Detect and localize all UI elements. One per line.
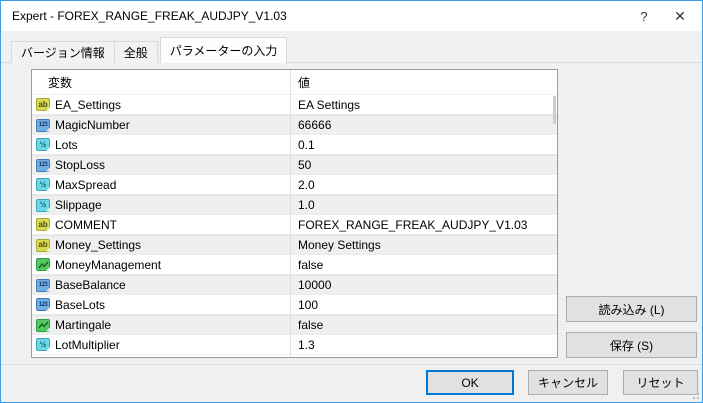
int-param-icon: 123	[36, 158, 50, 172]
variable-cell: ½ Slippage	[32, 198, 290, 212]
tab-inputs[interactable]: パラメーターの入力	[159, 37, 288, 63]
close-button[interactable]: ✕	[662, 1, 698, 31]
bool-param-icon	[36, 258, 50, 271]
table-row[interactable]: 123 StopLoss 50	[32, 155, 557, 175]
variable-cell: 123 BaseLots	[32, 298, 290, 312]
double-param-icon: ½	[36, 138, 50, 151]
value-cell[interactable]: 0.1	[290, 138, 557, 152]
resize-grip[interactable]	[691, 391, 699, 399]
table-row[interactable]: ab EA_Settings EA Settings	[32, 95, 557, 115]
table-row[interactable]: 123 BaseBalance 10000	[32, 275, 557, 295]
int-param-icon: 123	[36, 278, 50, 292]
variable-cell: 123 BaseBalance	[32, 278, 290, 292]
variable-name: EA_Settings	[55, 97, 122, 112]
header-variable: 変数	[48, 75, 73, 90]
table-row[interactable]: ½ LotMultiplier 1.3	[32, 335, 557, 355]
value-cell[interactable]: 10000	[290, 278, 557, 292]
value-cell[interactable]: EA Settings	[290, 98, 557, 112]
variable-name: MoneyManagement	[55, 257, 162, 272]
value-cell[interactable]: FOREX_RANGE_FREAK_AUDJPY_V1.03	[290, 218, 557, 232]
variable-name: Lots	[55, 137, 78, 152]
value-cell[interactable]: 100	[290, 298, 557, 312]
help-button[interactable]: ?	[626, 1, 662, 31]
variable-name: COMMENT	[55, 217, 117, 232]
bool-param-icon	[36, 318, 50, 332]
variable-name: Slippage	[55, 198, 102, 212]
variable-name: BaseLots	[55, 297, 106, 312]
expert-settings-dialog: Expert - FOREX_RANGE_FREAK_AUDJPY_V1.03 …	[0, 0, 703, 403]
string-param-icon: ab	[36, 218, 50, 231]
variable-cell: 123 MagicNumber	[32, 118, 290, 132]
value-cell[interactable]: false	[290, 258, 557, 272]
window-title: Expert - FOREX_RANGE_FREAK_AUDJPY_V1.03	[12, 9, 287, 23]
variable-name: LotMultiplier	[55, 337, 120, 352]
vertical-scrollbar-thumb[interactable]	[553, 96, 556, 124]
tab-common[interactable]: 全般	[114, 41, 158, 63]
parameters-table: 変数 値 ab EA_Settings EA Settings 123 Magi…	[31, 69, 558, 358]
value-cell[interactable]: 1.0	[290, 198, 557, 212]
variable-name: StopLoss	[55, 158, 106, 172]
table-row[interactable]: ½ MaxSpread 2.0	[32, 175, 557, 195]
cancel-button[interactable]: キャンセル	[528, 370, 608, 395]
value-cell[interactable]: 66666	[290, 118, 557, 132]
table-row[interactable]: 123 BaseLots 100	[32, 295, 557, 315]
variable-cell: ½ Lots	[32, 138, 290, 152]
variable-cell: MoneyManagement	[32, 258, 290, 272]
double-param-icon: ½	[36, 338, 50, 351]
double-param-icon: ½	[36, 178, 50, 191]
table-row[interactable]: MoneyManagement false	[32, 255, 557, 275]
table-header-row: 変数 値	[32, 70, 557, 95]
table-row[interactable]: Martingale false	[32, 315, 557, 335]
table-row[interactable]: ½ Lots 0.1	[32, 135, 557, 155]
variable-cell: Martingale	[32, 318, 290, 332]
tab-version-info[interactable]: バージョン情報	[11, 41, 115, 63]
variable-cell: ab COMMENT	[32, 218, 290, 232]
variable-cell: ½ MaxSpread	[32, 178, 290, 192]
value-cell[interactable]: 50	[290, 158, 557, 172]
value-cell[interactable]: Money Settings	[290, 238, 557, 252]
table-row[interactable]: ½ Slippage 1.0	[32, 195, 557, 215]
table-row[interactable]: ab Money_Settings Money Settings	[32, 235, 557, 255]
reset-button[interactable]: リセット	[623, 370, 698, 395]
variable-cell: ½ LotMultiplier	[32, 338, 290, 352]
variable-name: MagicNumber	[55, 118, 130, 132]
value-cell[interactable]: 2.0	[290, 178, 557, 192]
header-value: 値	[298, 75, 311, 90]
table-row[interactable]: ab COMMENT FOREX_RANGE_FREAK_AUDJPY_V1.0…	[32, 215, 557, 235]
variable-name: Martingale	[55, 318, 112, 332]
load-button[interactable]: 読み込み (L)	[566, 296, 697, 322]
tab-bar: バージョン情報 全般 パラメーターの入力	[11, 37, 288, 63]
variable-cell: ab Money_Settings	[32, 238, 290, 252]
variable-name: MaxSpread	[55, 177, 117, 192]
string-param-icon: ab	[36, 238, 50, 252]
int-param-icon: 123	[36, 118, 50, 132]
value-cell[interactable]: false	[290, 318, 557, 332]
variable-name: BaseBalance	[55, 278, 126, 292]
variable-name: Money_Settings	[55, 238, 142, 252]
variable-cell: ab EA_Settings	[32, 98, 290, 112]
column-divider[interactable]	[290, 70, 291, 357]
int-param-icon: 123	[36, 298, 50, 311]
variable-cell: 123 StopLoss	[32, 158, 290, 172]
title-bar: Expert - FOREX_RANGE_FREAK_AUDJPY_V1.03 …	[1, 1, 702, 31]
ok-button[interactable]: OK	[426, 370, 514, 395]
table-body: ab EA_Settings EA Settings 123 MagicNumb…	[32, 95, 557, 355]
table-row[interactable]: 123 MagicNumber 66666	[32, 115, 557, 135]
value-cell[interactable]: 1.3	[290, 338, 557, 352]
double-param-icon: ½	[36, 198, 50, 212]
save-button[interactable]: 保存 (S)	[566, 332, 697, 358]
footer-separator	[1, 364, 702, 365]
string-param-icon: ab	[36, 98, 50, 111]
